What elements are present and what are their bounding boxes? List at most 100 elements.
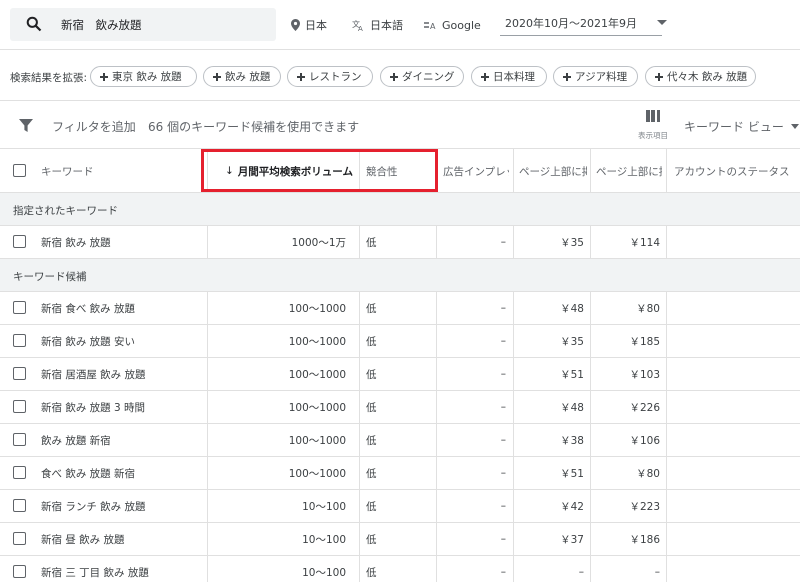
top-bid-high-cell: ￥185 <box>629 335 660 348</box>
top-bid-high-cell: ￥80 <box>636 467 660 480</box>
table-row[interactable]: 新宿 三 丁目 飲み 放題 10～100 低 – – – <box>0 556 800 582</box>
expand-chip[interactable]: レストラン <box>287 66 373 87</box>
impression-cell: – <box>500 368 506 380</box>
chevron-down-icon <box>790 124 799 129</box>
impression-cell: – <box>500 236 506 248</box>
top-bid-low-cell: ￥51 <box>560 368 584 381</box>
table-toolbar: フィルタを追加 66 個のキーワード候補を使用できます 表示項目 キーワード ビ… <box>0 102 800 148</box>
competition-cell: 低 <box>366 335 377 348</box>
highlight-box <box>201 149 438 192</box>
volume-cell: 100～1000 <box>288 434 346 447</box>
keyword-cell: 新宿 飲み 放題 安い <box>41 335 136 348</box>
competition-cell: 低 <box>366 434 377 447</box>
keyword-view-select[interactable]: キーワード ビュー <box>684 118 799 135</box>
keyword-cell: 飲み 放題 新宿 <box>41 434 111 447</box>
top-bid-low-cell: ￥48 <box>560 302 584 315</box>
row-checkbox[interactable] <box>13 433 26 446</box>
volume-cell: 1000～1万 <box>291 236 346 249</box>
top-bid-low-cell: ￥38 <box>560 434 584 447</box>
expand-chip[interactable]: ダイニング <box>380 66 464 87</box>
col-header-top-bid-high[interactable]: ページ上部に掲 <box>596 149 662 193</box>
translate-icon: 文 A <box>352 19 363 31</box>
table-row[interactable]: 新宿 昼 飲み 放題 10～100 低 – ￥37 ￥186 <box>0 523 800 556</box>
row-checkbox[interactable] <box>13 334 26 347</box>
table-row[interactable]: 食べ 飲み 放題 新宿 100～1000 低 – ￥51 ￥80 <box>0 457 800 490</box>
network-filter[interactable]: A Google <box>424 16 481 34</box>
col-header-impression-share[interactable]: 広告インプレッ <box>443 149 509 193</box>
keyword-table: キーワード ↓ 月間平均検索ボリューム 競合性 広告インプレッ ページ上部に掲 … <box>0 148 800 582</box>
keyword-cell: 食べ 飲み 放題 新宿 <box>41 467 136 480</box>
volume-cell: 100～1000 <box>288 467 346 480</box>
location-label: 日本 <box>305 19 327 32</box>
expand-chip[interactable]: 飲み 放題 <box>203 66 281 87</box>
volume-cell: 10～100 <box>302 533 346 546</box>
volume-cell: 100～1000 <box>288 368 346 381</box>
competition-cell: 低 <box>366 401 377 414</box>
expand-chip[interactable]: アジア料理 <box>553 66 638 87</box>
impression-cell: – <box>500 302 506 314</box>
row-checkbox[interactable] <box>13 400 26 413</box>
volume-cell: 100～1000 <box>288 401 346 414</box>
search-icon <box>26 16 42 32</box>
top-bid-low-cell: ￥51 <box>560 467 584 480</box>
keyword-cell: 新宿 飲み 放題 3 時間 <box>41 401 146 414</box>
top-bid-high-cell: ￥226 <box>629 401 660 414</box>
competition-cell: 低 <box>366 500 377 513</box>
search-query: 新宿 飲み放題 <box>61 18 142 32</box>
row-checkbox[interactable] <box>13 367 26 380</box>
row-checkbox[interactable] <box>13 301 26 314</box>
select-all-checkbox[interactable] <box>13 164 26 177</box>
language-label: 日本語 <box>370 19 403 32</box>
competition-cell: 低 <box>366 368 377 381</box>
keyword-count-text: 66 個のキーワード候補を使用できます <box>148 120 360 134</box>
keyword-cell: 新宿 飲み 放題 <box>41 236 111 249</box>
competition-cell: 低 <box>366 533 377 546</box>
keyword-cell: 新宿 食べ 飲み 放題 <box>41 302 136 315</box>
table-row[interactable]: 新宿 食べ 飲み 放題 100～1000 低 – ￥48 ￥80 <box>0 292 800 325</box>
row-checkbox[interactable] <box>13 499 26 512</box>
language-filter[interactable]: 文 A 日本語 <box>352 16 403 34</box>
competition-cell: 低 <box>366 302 377 315</box>
row-checkbox[interactable] <box>13 565 26 578</box>
table-row[interactable]: 新宿 ランチ 飲み 放題 10～100 低 – ￥42 ￥223 <box>0 490 800 523</box>
location-filter[interactable]: 日本 <box>291 16 327 34</box>
columns-button[interactable]: 表示項目 <box>633 110 673 144</box>
impression-cell: – <box>500 401 506 413</box>
col-header-top-bid-low[interactable]: ページ上部に掲 <box>519 149 587 193</box>
top-bid-high-cell: ￥103 <box>629 368 660 381</box>
col-header-account-status[interactable]: アカウントのステータス <box>674 149 798 193</box>
expand-search-row: 検索結果を拡張: 東京 飲み 放題 飲み 放題 レストラン ダイニング 日本料理… <box>0 51 800 101</box>
table-row[interactable]: 飲み 放題 新宿 100～1000 低 – ￥38 ￥106 <box>0 424 800 457</box>
expand-chip[interactable]: 日本料理 <box>471 66 547 87</box>
row-checkbox[interactable] <box>13 532 26 545</box>
search-input[interactable]: 新宿 飲み放題 <box>10 8 276 41</box>
add-filter-button[interactable]: フィルタを追加 <box>52 118 136 135</box>
date-range-select[interactable]: 2020年10月～2021年9月 <box>500 14 667 36</box>
top-bid-low-cell: ￥35 <box>560 236 584 249</box>
expand-chip[interactable]: 代々木 飲み 放題 <box>645 66 756 87</box>
network-icon: A <box>424 22 436 30</box>
filter-icon[interactable] <box>19 119 33 132</box>
volume-cell: 100～1000 <box>288 302 346 315</box>
top-bid-low-cell: ￥37 <box>560 533 584 546</box>
keyword-cell: 新宿 三 丁目 飲み 放題 <box>41 566 149 579</box>
impression-cell: – <box>500 335 506 347</box>
top-bid-high-cell: ￥223 <box>629 500 660 513</box>
date-range-label: 2020年10月～2021年9月 <box>505 16 637 30</box>
columns-label: 表示項目 <box>638 131 668 140</box>
table-row[interactable]: 新宿 居酒屋 飲み 放題 100～1000 低 – ￥51 ￥103 <box>0 358 800 391</box>
chevron-down-icon <box>656 20 667 25</box>
table-row[interactable]: 新宿 飲み 放題 1000～1万 低 – ￥35 ￥114 <box>0 226 800 259</box>
row-checkbox[interactable] <box>13 235 26 248</box>
top-bid-high-cell: ￥106 <box>629 434 660 447</box>
network-label: Google <box>442 18 481 32</box>
impression-cell: – <box>500 500 506 512</box>
competition-cell: 低 <box>366 467 377 480</box>
location-pin-icon <box>291 19 300 31</box>
keyword-cell: 新宿 ランチ 飲み 放題 <box>41 500 146 513</box>
table-row[interactable]: 新宿 飲み 放題 安い 100～1000 低 – ￥35 ￥185 <box>0 325 800 358</box>
col-header-keyword[interactable]: キーワード <box>41 149 201 193</box>
expand-chip[interactable]: 東京 飲み 放題 <box>90 66 197 87</box>
table-row[interactable]: 新宿 飲み 放題 3 時間 100～1000 低 – ￥48 ￥226 <box>0 391 800 424</box>
row-checkbox[interactable] <box>13 466 26 479</box>
